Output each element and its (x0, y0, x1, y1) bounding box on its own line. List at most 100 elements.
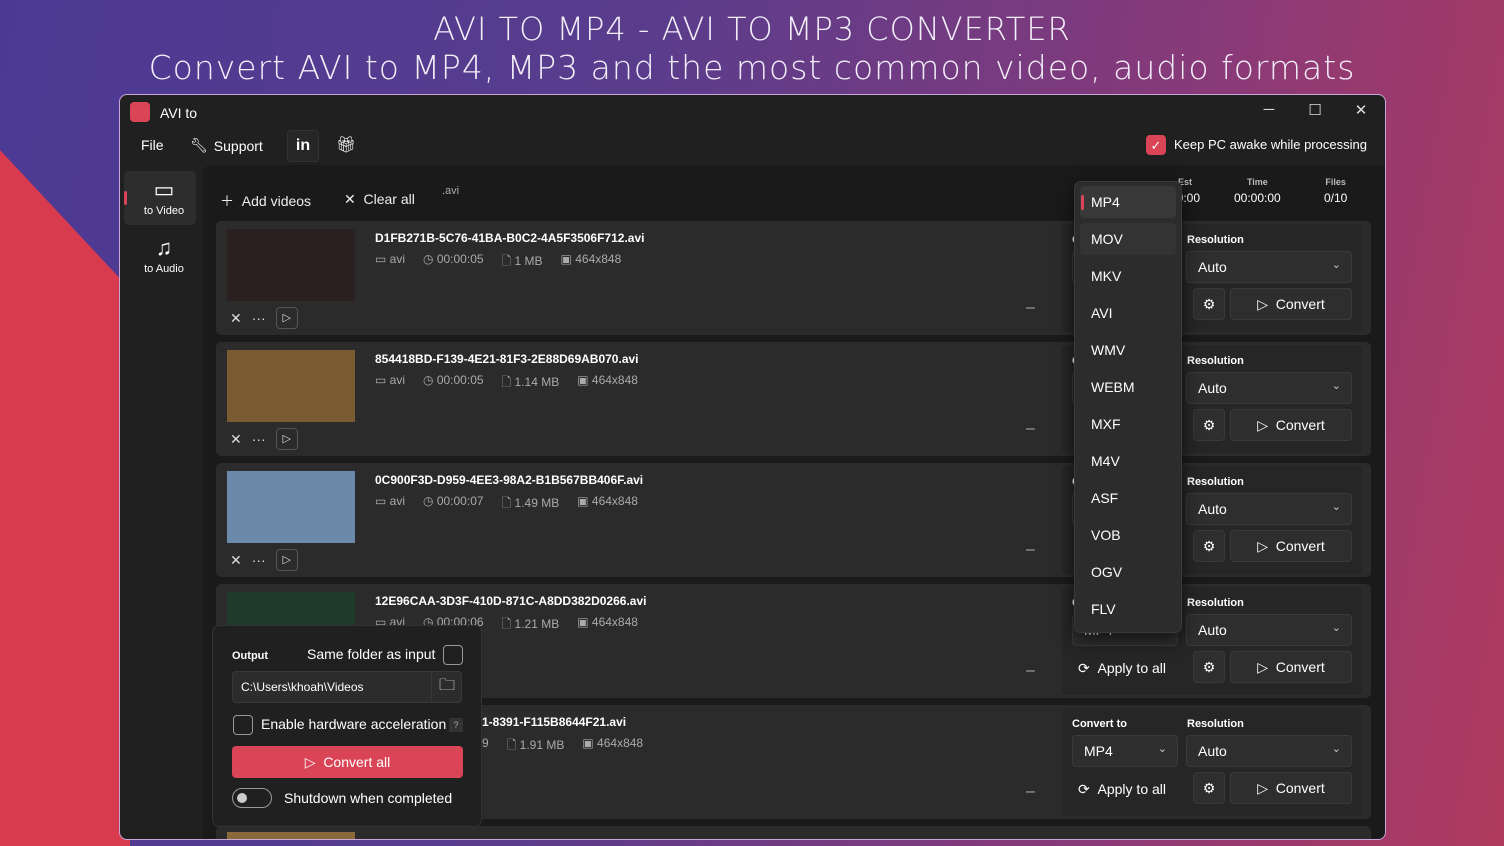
resolution-label: Resolution (1187, 597, 1244, 609)
minimize-button[interactable]: ─ (1254, 101, 1284, 118)
apply-to-all-button[interactable]: ⟳ Apply to all (1078, 660, 1166, 677)
file-resolution: ▣ 464x848 (582, 736, 644, 750)
add-videos-button[interactable]: ＋ Add videos (220, 191, 311, 211)
file-size: 🗋 1.91 MB (506, 738, 565, 752)
video-thumbnail (227, 832, 355, 839)
sidebar-item-to-audio[interactable]: ♫ to Audio (124, 235, 204, 275)
file-size: 🗋 1.21 MB (501, 617, 560, 631)
convert-button[interactable]: ▷ Convert (1230, 409, 1352, 441)
hw-accel-checkbox[interactable] (233, 715, 253, 735)
play-preview-button[interactable]: ▷ (275, 428, 298, 450)
format-option-asf[interactable]: ASF (1080, 482, 1176, 514)
remove-icon[interactable]: ✕ (230, 431, 242, 448)
video-thumbnail (227, 229, 355, 301)
convert-button[interactable]: ▷ Convert (1230, 530, 1352, 562)
more-icon[interactable]: ··· (252, 310, 266, 326)
gift-icon[interactable]: 🎁︎ (336, 135, 356, 155)
settings-gear-icon[interactable]: ⚙ (1193, 409, 1225, 441)
shutdown-toggle[interactable] (232, 788, 272, 808)
keep-awake-checkbox[interactable]: ✓ (1146, 135, 1166, 155)
format-dropdown: MP4 MOV MKV AVI WMV WEBM MXF M4V ASF VOB OGV FLV (1074, 181, 1182, 633)
support-label: Support (213, 137, 263, 154)
linkedin-button[interactable]: in (287, 130, 319, 162)
format-select[interactable]: MP4⌄ (1072, 735, 1178, 767)
file-name: 854418BD-F139-4E21-81F3-2E88D69AB070.avi (375, 352, 639, 366)
hw-accel-label: Enable hardware acceleration (261, 716, 447, 732)
x-icon: ✕ (344, 191, 364, 207)
format-option-vob[interactable]: VOB (1080, 519, 1176, 551)
settings-gear-icon[interactable]: ⚙ (1193, 772, 1225, 804)
convert-all-button[interactable]: ▷ Convert all (232, 746, 463, 778)
help-button[interactable]: ? (449, 718, 463, 732)
format-option-mp4[interactable]: MP4 (1080, 186, 1176, 218)
file-name: 1-8391-F115B8644F21.avi (482, 715, 627, 729)
app-window: AVI to ─ ☐ ✕ File 🔧︎ Support in 🎁︎ ✓ Keep… (119, 94, 1386, 840)
file-format: ▭ avi (375, 494, 406, 508)
chevron-down-icon: ⌄ (1331, 501, 1341, 513)
sidebar-label: to Video (143, 205, 185, 217)
file-name: 0C900F3D-D959-4EE3-98A2-B1B567BB406F.avi (375, 473, 644, 487)
same-folder-checkbox[interactable] (443, 645, 463, 665)
settings-gear-icon[interactable]: ⚙ (1193, 288, 1225, 320)
video-thumbnail (227, 471, 355, 543)
play-preview-button[interactable]: ▷ (275, 549, 298, 571)
play-icon: ▷ (304, 754, 324, 770)
resolution-select[interactable]: Auto ⌄ (1186, 614, 1352, 646)
video-camera-icon: ▭ (153, 177, 175, 202)
menu-support[interactable]: 🔧︎ Support (190, 137, 263, 154)
chevron-down-icon: ⌄ (1331, 380, 1341, 392)
apply-to-all-button[interactable]: ⟳ Apply to all (1078, 781, 1166, 798)
resolution-label: Resolution (1187, 718, 1244, 730)
settings-gear-icon[interactable]: ⚙ (1193, 530, 1225, 562)
format-option-mxf[interactable]: MXF (1080, 408, 1176, 440)
shutdown-label: Shutdown when completed (284, 790, 453, 806)
clear-all-button[interactable]: ✕ Clear all (344, 191, 415, 208)
format-option-m4v[interactable]: M4V (1080, 445, 1176, 477)
file-size: 🗋 1.14 MB (501, 375, 560, 389)
clear-all-label: Clear all (363, 191, 415, 207)
resolution-label: Resolution (1187, 476, 1244, 488)
remove-icon[interactable]: ✕ (230, 552, 242, 569)
browse-folder-icon[interactable]: 🗀 (431, 671, 462, 703)
file-name: D1FB271B-5C76-41BA-B0C2-4A5F3506F712.avi (375, 231, 645, 245)
format-option-ogv[interactable]: OGV (1080, 556, 1176, 588)
play-preview-button[interactable]: ▷ (275, 307, 298, 329)
sidebar-label: to Audio (144, 263, 184, 275)
format-option-wmv[interactable]: WMV (1080, 334, 1176, 366)
resolution-label: Resolution (1187, 355, 1244, 367)
output-label: Output (232, 650, 269, 662)
output-panel: Output Same folder as input C:\Users\kho… (212, 625, 482, 827)
stat-files: Files 0/10 (1324, 177, 1348, 205)
more-icon[interactable]: ··· (252, 431, 266, 447)
resolution-select[interactable]: Auto ⌄ (1186, 493, 1352, 525)
file-size: 🗋 1 MB (501, 254, 543, 268)
format-option-flv[interactable]: FLV (1080, 593, 1176, 625)
maximize-button[interactable]: ☐ (1300, 101, 1330, 119)
remove-icon[interactable]: ✕ (230, 310, 242, 327)
chevron-down-icon: ⌄ (1331, 259, 1341, 271)
resolution-select[interactable]: Auto ⌄ (1186, 251, 1352, 283)
convert-all-label: Convert all (323, 754, 391, 770)
format-option-mov[interactable]: MOV (1080, 223, 1176, 255)
resolution-select[interactable]: Auto ⌄ (1186, 735, 1352, 767)
format-option-mkv[interactable]: MKV (1080, 260, 1176, 292)
more-icon[interactable]: ··· (252, 552, 266, 568)
resolution-select[interactable]: Auto ⌄ (1186, 372, 1352, 404)
format-option-webm[interactable]: WEBM (1080, 371, 1176, 403)
row-options-panel: Convert to MP4⌄ Resolution Auto⌄ ⟳ Apply… (1062, 708, 1362, 816)
file-size: 🗋 1.49 MB (501, 496, 560, 510)
close-button[interactable]: ✕ (1346, 101, 1376, 119)
convert-button[interactable]: ▷ Convert (1230, 772, 1352, 804)
output-path-input[interactable]: C:\Users\khoah\Videos (232, 671, 462, 703)
convert-button[interactable]: ▷ Convert (1230, 651, 1352, 683)
format-option-avi[interactable]: AVI (1080, 297, 1176, 329)
settings-gear-icon[interactable]: ⚙ (1193, 651, 1225, 683)
same-folder-label: Same folder as input (307, 646, 436, 662)
sidebar-item-to-video[interactable]: ▭ to Video (124, 177, 204, 217)
selected-indicator (1081, 195, 1084, 210)
convert-button[interactable]: ▷ Convert (1230, 288, 1352, 320)
background-shape (0, 150, 130, 846)
menu-file[interactable]: File (141, 137, 164, 153)
video-thumbnail (227, 350, 355, 422)
resolution-label: Resolution (1187, 234, 1244, 246)
